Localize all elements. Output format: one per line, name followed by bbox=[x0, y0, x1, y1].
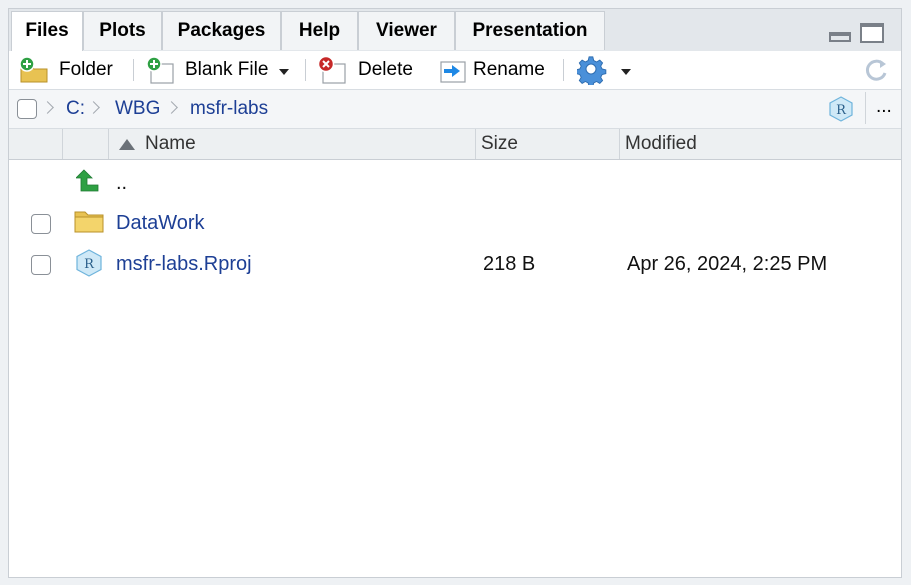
icon-column-header bbox=[63, 129, 109, 159]
refresh-button[interactable] bbox=[861, 55, 891, 85]
maximize-pane-button[interactable] bbox=[860, 23, 884, 43]
more-path-button[interactable]: ... bbox=[876, 96, 892, 118]
file-modified: Apr 26, 2024, 2:25 PM bbox=[627, 253, 828, 275]
rename-icon bbox=[440, 61, 466, 83]
svg-text:R: R bbox=[836, 103, 847, 118]
table-row[interactable]: R msfr-labs.Rproj 218 B Apr 26, 2024, 2:… bbox=[9, 245, 901, 285]
file-size: 218 B bbox=[483, 253, 536, 275]
new-blank-file-button[interactable]: Blank File bbox=[143, 55, 293, 85]
tab-viewer[interactable]: Viewer bbox=[358, 11, 455, 50]
refresh-icon bbox=[865, 59, 887, 81]
name-column-header[interactable]: Name bbox=[109, 129, 476, 159]
chevron-down-icon bbox=[279, 69, 289, 75]
sort-ascending-icon bbox=[119, 139, 135, 150]
table-row[interactable]: .. bbox=[9, 164, 901, 204]
chevron-right-icon bbox=[87, 101, 100, 114]
rproj-file-icon: R bbox=[76, 249, 102, 277]
new-folder-icon bbox=[19, 56, 48, 83]
modified-column-label: Modified bbox=[625, 133, 697, 154]
tab-plots[interactable]: Plots bbox=[83, 11, 162, 50]
rename-label: Rename bbox=[473, 59, 545, 80]
table-row[interactable]: DataWork bbox=[9, 204, 901, 244]
row-checkbox[interactable] bbox=[31, 255, 51, 275]
column-header: Name Size Modified bbox=[9, 129, 901, 160]
chevron-down-icon bbox=[621, 69, 631, 75]
go-up-icon bbox=[76, 169, 99, 192]
breadcrumb-segment[interactable]: C: bbox=[66, 98, 85, 120]
chevron-right-icon bbox=[165, 101, 178, 114]
delete-label: Delete bbox=[358, 59, 413, 80]
new-blank-file-icon bbox=[146, 56, 174, 84]
tab-help[interactable]: Help bbox=[281, 11, 358, 50]
project-home-icon[interactable]: R bbox=[827, 95, 855, 123]
new-folder-label: Folder bbox=[59, 59, 113, 80]
size-column-header[interactable]: Size bbox=[476, 129, 620, 159]
gear-icon bbox=[577, 56, 607, 85]
new-blank-file-label: Blank File bbox=[185, 59, 269, 80]
minimize-pane-button[interactable] bbox=[829, 32, 851, 42]
files-pane: Files Plots Packages Help Viewer Present… bbox=[8, 8, 902, 578]
select-all-checkbox[interactable] bbox=[17, 99, 37, 119]
breadcrumb: C: WBG msfr-labs R ... bbox=[9, 90, 901, 129]
parent-directory-link[interactable]: .. bbox=[116, 172, 127, 195]
chevron-right-icon bbox=[41, 101, 54, 114]
new-folder-button[interactable]: Folder bbox=[17, 55, 125, 85]
breadcrumb-segment[interactable]: msfr-labs bbox=[190, 98, 268, 120]
folder-icon bbox=[74, 211, 104, 233]
delete-button[interactable]: Delete bbox=[315, 55, 421, 85]
modified-column-header[interactable]: Modified bbox=[620, 129, 902, 159]
files-toolbar: Folder Blank File Delete Rename bbox=[9, 51, 901, 90]
size-column-label: Size bbox=[481, 133, 518, 154]
breadcrumb-segment[interactable]: WBG bbox=[115, 98, 160, 120]
file-name-link[interactable]: DataWork bbox=[116, 212, 205, 235]
tab-presentation[interactable]: Presentation bbox=[455, 11, 605, 50]
delete-icon bbox=[317, 56, 346, 84]
row-checkbox[interactable] bbox=[31, 214, 51, 234]
tab-packages[interactable]: Packages bbox=[162, 11, 281, 50]
more-actions-button[interactable] bbox=[575, 55, 635, 85]
name-column-label: Name bbox=[145, 133, 196, 154]
tab-bar: Files Plots Packages Help Viewer Present… bbox=[9, 9, 901, 52]
checkbox-column-header bbox=[9, 129, 63, 159]
tab-files[interactable]: Files bbox=[11, 11, 83, 52]
file-name-link[interactable]: msfr-labs.Rproj bbox=[116, 253, 252, 276]
svg-text:R: R bbox=[84, 257, 95, 272]
rename-button[interactable]: Rename bbox=[435, 55, 553, 85]
